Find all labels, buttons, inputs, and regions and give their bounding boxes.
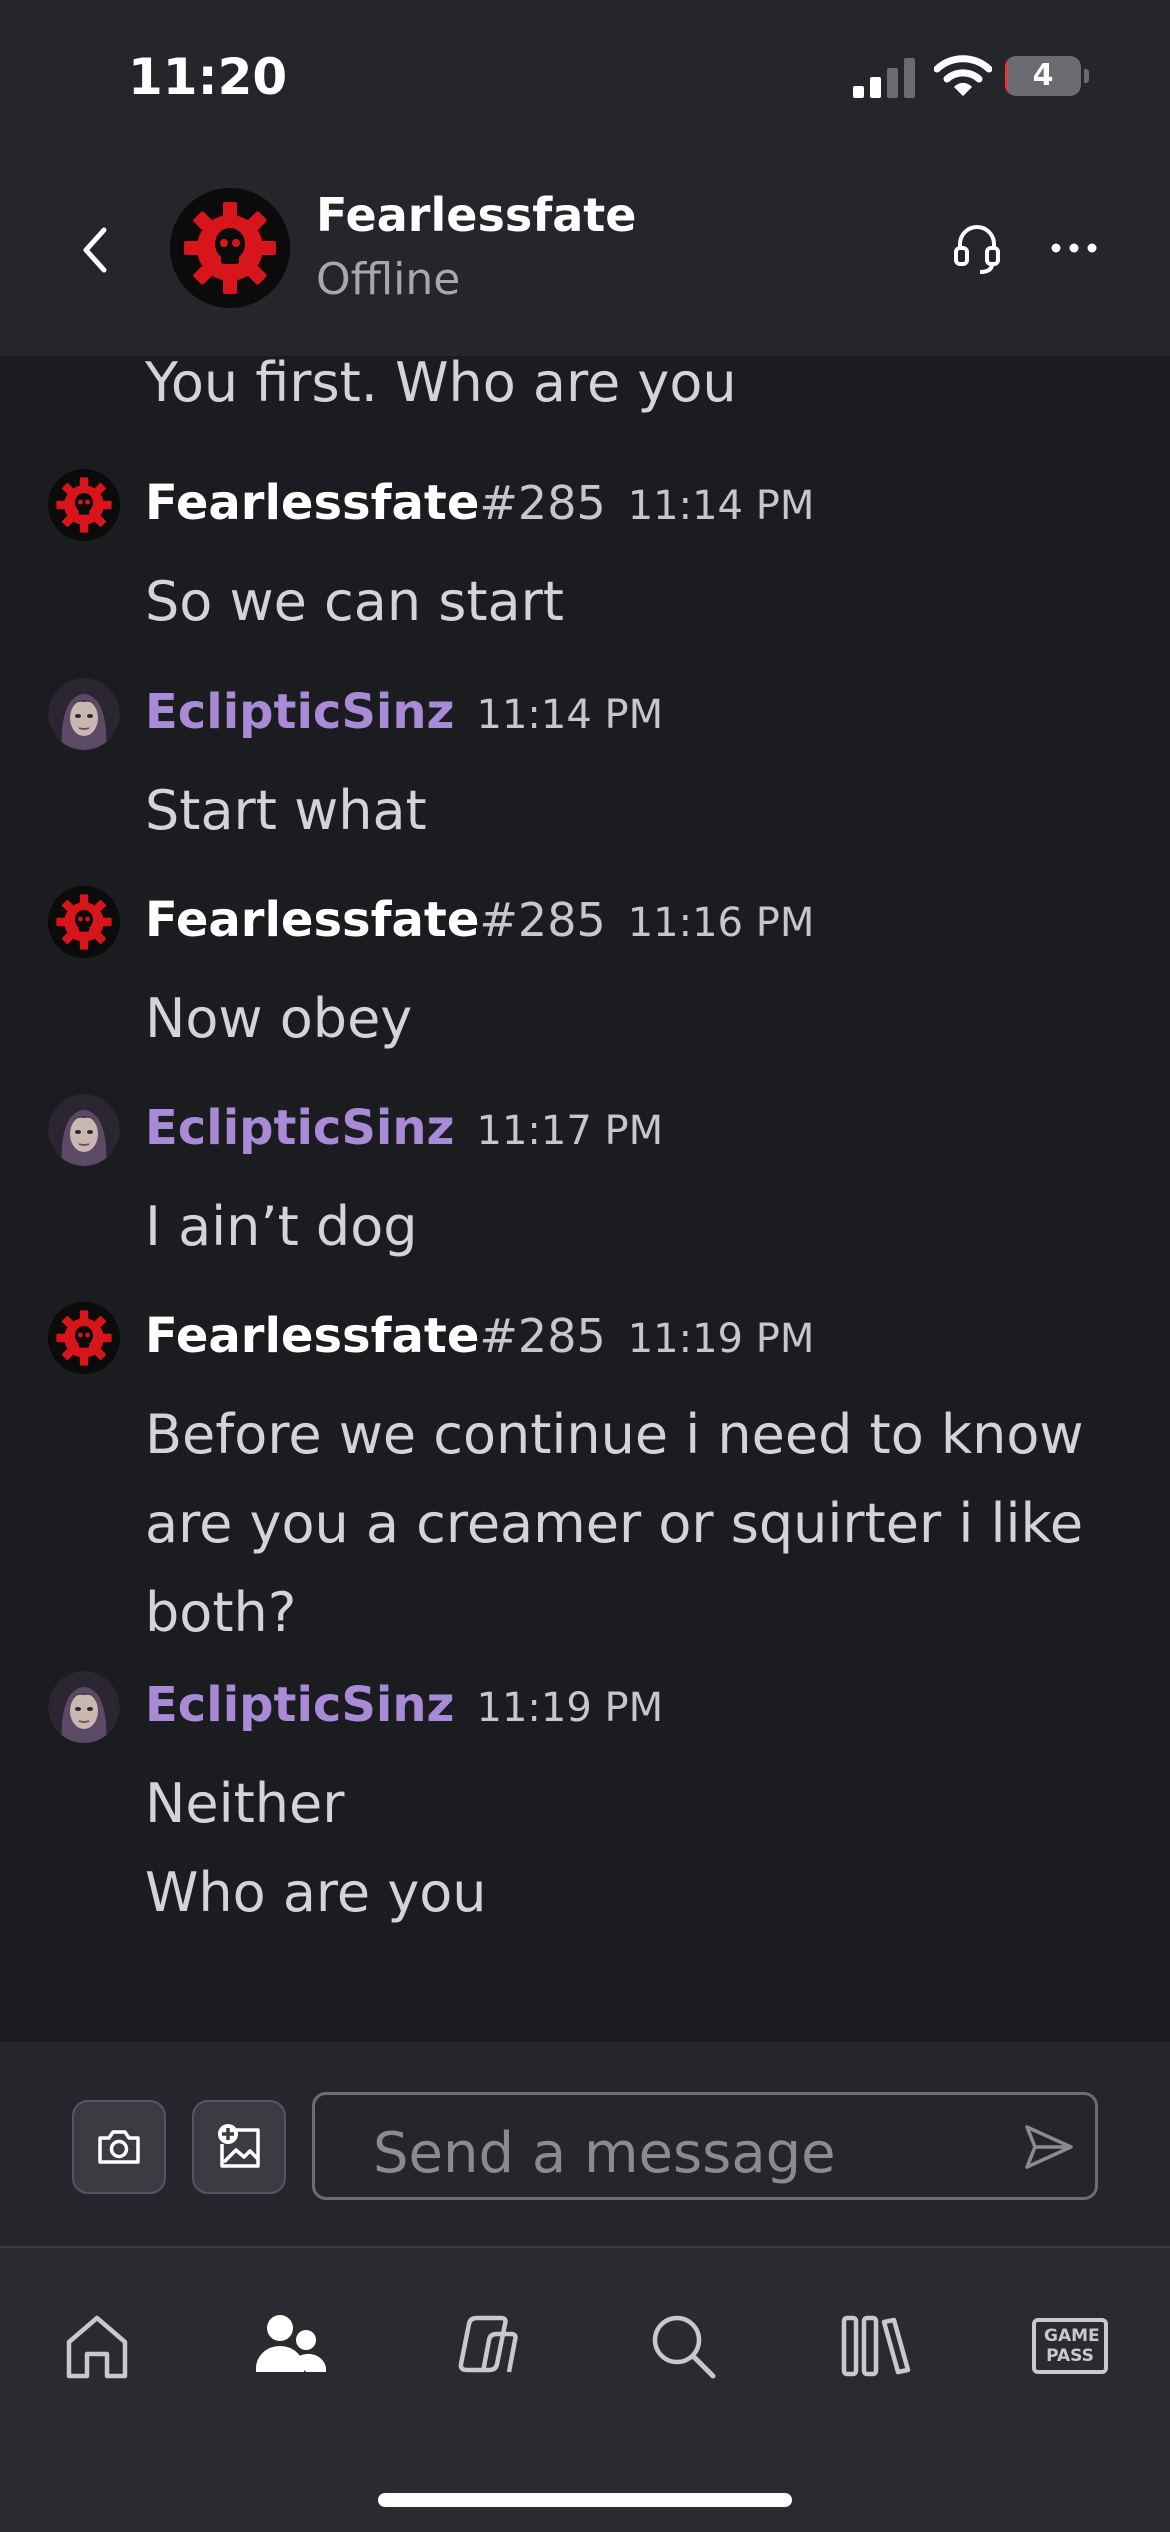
message-text: Start what bbox=[145, 766, 427, 855]
sender-avatar[interactable] bbox=[48, 886, 120, 958]
message-list[interactable]: You first. Who are you Fearlessfate#285 1… bbox=[0, 356, 1170, 2042]
message-meta: Fearlessfate#285 11:16 PM bbox=[145, 892, 814, 948]
sender-avatar[interactable] bbox=[48, 1671, 120, 1743]
game-pass-icon[interactable]: GAME PASS bbox=[1032, 2318, 1108, 2374]
message-timestamp: 11:19 PM bbox=[627, 1316, 815, 1362]
message-line: Now obey bbox=[145, 987, 413, 1050]
message-meta: EclipticSinz 11:17 PM bbox=[145, 1100, 663, 1156]
message-timestamp: 11:14 PM bbox=[476, 692, 664, 738]
message-line: both? bbox=[145, 1581, 297, 1644]
add-image-icon bbox=[218, 2124, 260, 2168]
top-bar: 11:20 4 Fearlessfate Offline bbox=[0, 0, 1170, 356]
library-icon[interactable] bbox=[838, 2306, 918, 2386]
sender-name[interactable]: EclipticSinz bbox=[145, 684, 455, 740]
home-indicator[interactable] bbox=[378, 2493, 792, 2507]
message-line: Who are you bbox=[145, 1861, 487, 1924]
friends-icon[interactable] bbox=[250, 2306, 330, 2386]
send-icon[interactable] bbox=[1023, 2123, 1075, 2171]
message-text: You first. Who are you bbox=[145, 356, 737, 414]
camera-button[interactable] bbox=[72, 2100, 166, 2194]
message-line: Start what bbox=[145, 779, 427, 842]
headset-icon[interactable] bbox=[952, 220, 1002, 276]
message-line: are you a creamer or squirter i like bbox=[145, 1492, 1084, 1555]
battery-level: 4 bbox=[1032, 58, 1054, 93]
chevron-left-icon[interactable] bbox=[70, 220, 120, 280]
more-icon[interactable] bbox=[1048, 230, 1100, 266]
contact-name: Fearlessfate bbox=[316, 188, 637, 242]
message-timestamp: 11:16 PM bbox=[627, 900, 815, 946]
sender-avatar[interactable] bbox=[48, 1302, 120, 1374]
message-line: So we can start bbox=[145, 570, 564, 633]
message-timestamp: 11:17 PM bbox=[476, 1108, 664, 1154]
xbox-store-icon[interactable] bbox=[447, 2306, 527, 2386]
battery-icon: 4 bbox=[1005, 56, 1091, 96]
message-meta: Fearlessfate#285 11:14 PM bbox=[145, 475, 814, 531]
message-text: So we can start bbox=[145, 557, 564, 646]
contact-avatar[interactable] bbox=[170, 188, 290, 308]
game-pass-label: GAME PASS bbox=[1044, 2326, 1100, 2366]
message-input[interactable]: Send a message bbox=[312, 2092, 1098, 2200]
sender-tag: #285 bbox=[479, 476, 606, 530]
message-text: Now obey bbox=[145, 974, 412, 1063]
message-meta: Fearlessfate#285 11:19 PM bbox=[145, 1308, 814, 1364]
sender-tag: #285 bbox=[479, 1309, 606, 1363]
home-icon[interactable] bbox=[57, 2306, 137, 2386]
message-line: I ain’t dog bbox=[145, 1195, 418, 1258]
bottom-nav: GAME PASS bbox=[0, 2248, 1170, 2532]
wifi-icon bbox=[934, 55, 992, 96]
message-composer: Send a message bbox=[0, 2042, 1170, 2248]
sender-name[interactable]: EclipticSinz bbox=[145, 1100, 455, 1156]
status-time: 11:20 bbox=[128, 48, 288, 106]
sender-avatar[interactable] bbox=[48, 678, 120, 750]
camera-icon bbox=[98, 2130, 140, 2164]
sender-name[interactable]: Fearlessfate bbox=[145, 475, 479, 531]
message-placeholder: Send a message bbox=[373, 2121, 836, 2186]
message-timestamp: 11:14 PM bbox=[627, 483, 815, 529]
search-icon[interactable] bbox=[643, 2306, 723, 2386]
message-text: Neither Who are you bbox=[145, 1759, 487, 1937]
message-timestamp: 11:19 PM bbox=[476, 1685, 664, 1731]
sender-avatar[interactable] bbox=[48, 1094, 120, 1166]
message-text: I ain’t dog bbox=[145, 1182, 418, 1271]
contact-status: Offline bbox=[316, 254, 461, 305]
signal-icon bbox=[853, 58, 915, 98]
status-bar: 11:20 4 bbox=[0, 0, 1170, 150]
sender-name[interactable]: EclipticSinz bbox=[145, 1677, 455, 1733]
sender-tag: #285 bbox=[479, 893, 606, 947]
message-meta: EclipticSinz 11:14 PM bbox=[145, 684, 663, 740]
sender-name[interactable]: Fearlessfate bbox=[145, 892, 479, 948]
message-meta: EclipticSinz 11:19 PM bbox=[145, 1677, 663, 1733]
sender-name[interactable]: Fearlessfate bbox=[145, 1308, 479, 1364]
message-text: Before we continue i need to know are you… bbox=[145, 1390, 1084, 1657]
crimson-omen-icon bbox=[170, 188, 290, 308]
message-line: Neither bbox=[145, 1772, 345, 1835]
add-image-button[interactable] bbox=[192, 2100, 286, 2194]
sender-avatar[interactable] bbox=[48, 469, 120, 541]
message-line: Before we continue i need to know bbox=[145, 1403, 1084, 1466]
